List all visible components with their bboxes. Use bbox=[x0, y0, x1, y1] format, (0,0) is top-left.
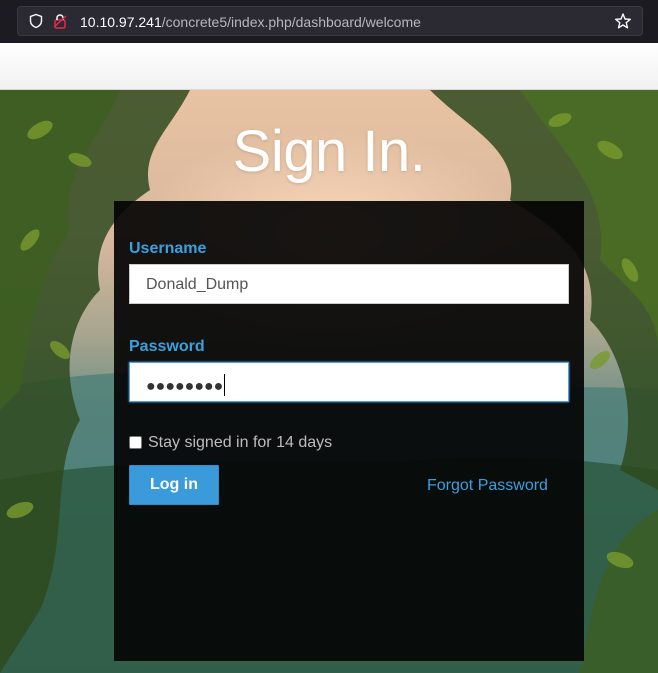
login-button[interactable]: Log in bbox=[129, 465, 219, 505]
remember-checkbox[interactable] bbox=[129, 436, 142, 449]
lock-icon[interactable] bbox=[52, 13, 68, 29]
browser-toolbar: 10.10.97.241/concrete5/index.php/dashboa… bbox=[0, 0, 658, 43]
url-path: /concrete5/index.php/dashboard/welcome bbox=[161, 14, 421, 30]
background-image: Sign In. Username Donald_Dump Password ●… bbox=[0, 90, 658, 673]
url-text[interactable]: 10.10.97.241/concrete5/index.php/dashboa… bbox=[80, 13, 421, 31]
text-caret bbox=[224, 374, 226, 396]
shield-icon[interactable] bbox=[28, 13, 44, 29]
password-label: Password bbox=[129, 338, 205, 355]
url-host: 10.10.97.241 bbox=[80, 14, 162, 30]
address-bar[interactable]: 10.10.97.241/concrete5/index.php/dashboa… bbox=[17, 6, 643, 36]
forgot-password-link[interactable]: Forgot Password bbox=[427, 477, 548, 495]
login-panel: Username Donald_Dump Password ●●●●●●●● S… bbox=[114, 201, 584, 661]
username-label: Username bbox=[129, 240, 207, 257]
username-input[interactable]: Donald_Dump bbox=[129, 264, 569, 304]
page-title: Sign In. bbox=[232, 119, 426, 184]
password-mask: ●●●●●●●● bbox=[146, 378, 224, 395]
password-input[interactable]: ●●●●●●●● bbox=[129, 362, 569, 402]
star-icon[interactable] bbox=[614, 12, 632, 30]
remember-label[interactable]: Stay signed in for 14 days bbox=[148, 434, 332, 452]
site-header bbox=[0, 43, 658, 90]
